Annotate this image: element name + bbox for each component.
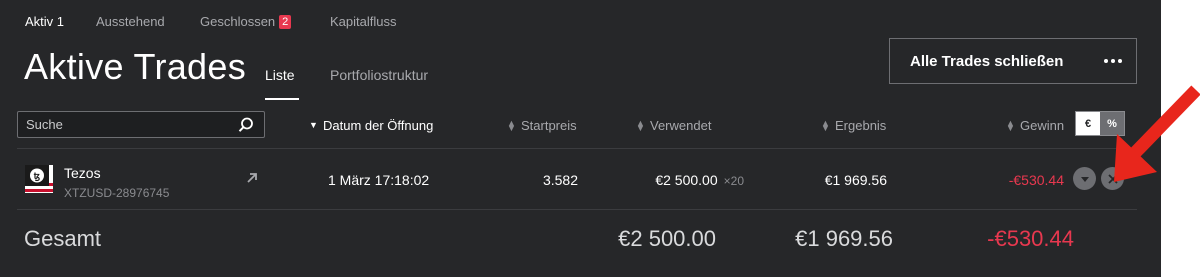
- column-header-date-label: Datum der Öffnung: [323, 118, 434, 133]
- column-header-used-label: Verwendet: [650, 118, 712, 133]
- column-header-result-label: Ergebnis: [835, 118, 887, 133]
- row-divider: [17, 209, 1137, 210]
- tab-active[interactable]: Aktiv 1: [25, 14, 64, 29]
- tab-active-count: 1: [56, 14, 65, 29]
- column-header-profit-label: Gewinn: [1020, 118, 1065, 133]
- tab-active-label: Aktiv: [25, 14, 54, 29]
- asset-name: Tezos: [64, 165, 101, 181]
- page-title: Aktive Trades: [24, 46, 246, 87]
- column-header-date[interactable]: ▼ Datum der Öffnung: [309, 118, 433, 133]
- tab-closed[interactable]: Geschlossen 2: [200, 14, 292, 29]
- tab-pending-label: Ausstehend: [96, 14, 165, 29]
- total-profit: -€530.44: [987, 226, 1074, 251]
- sort-desc-icon: ▼: [309, 120, 318, 130]
- close-all-trades-label: Alle Trades schließen: [910, 52, 1064, 70]
- search-input[interactable]: [17, 111, 265, 138]
- totals-label: Gesamt: [24, 226, 102, 251]
- trade-used-amount: €2 500.00: [655, 172, 718, 188]
- trade-open-date: 1 März 17:18:02: [328, 172, 430, 188]
- subtab-active-indicator: [265, 98, 299, 100]
- column-header-start-price[interactable]: ▲ ▼ Startpreis: [507, 118, 577, 133]
- trade-multiplier: ×20: [723, 174, 744, 188]
- total-result: €1 969.56: [795, 226, 893, 251]
- close-all-trades-button[interactable]: Alle Trades schließen: [889, 38, 1137, 84]
- trade-result: €1 969.56: [824, 172, 887, 188]
- tab-pending[interactable]: Ausstehend: [96, 14, 165, 29]
- annotation-arrow-icon: [1114, 85, 1200, 182]
- tezos-usd-flag-icon: ꜩ: [25, 165, 53, 193]
- tab-cashflow-label: Kapitalfluss: [330, 14, 397, 29]
- tab-closed-label: Geschlossen: [200, 14, 276, 29]
- closed-count-badge: 2: [279, 15, 292, 29]
- trade-used: €2 500.00 ×20: [590, 172, 744, 188]
- subtab-portfolio-structure[interactable]: Portfoliostruktur: [330, 67, 428, 83]
- header-divider: [17, 148, 1137, 149]
- trades-panel: Aktiv 1 Ausstehend Geschlossen 2 Kapitalf…: [0, 0, 1161, 277]
- column-header-result[interactable]: ▲ ▼ Ergebnis: [821, 118, 886, 133]
- sort-icon: ▲ ▼: [1006, 117, 1015, 133]
- sort-icon: ▲ ▼: [507, 117, 516, 133]
- sort-icon: ▲ ▼: [636, 117, 645, 133]
- open-chart-arrow-icon[interactable]: [245, 171, 259, 185]
- column-header-start-price-label: Startpreis: [521, 118, 577, 133]
- sort-icon: ▲ ▼: [821, 117, 830, 133]
- trade-id: XTZUSD-28976745: [64, 186, 170, 200]
- ellipsis-icon[interactable]: [1100, 47, 1126, 75]
- search-icon[interactable]: [237, 116, 255, 134]
- trade-start-price: 3.582: [542, 172, 578, 188]
- tab-cashflow[interactable]: Kapitalfluss: [330, 14, 396, 29]
- subtab-list[interactable]: Liste: [265, 67, 295, 83]
- total-used: €2 500.00: [618, 226, 716, 251]
- svg-text:ꜩ: ꜩ: [34, 171, 41, 182]
- column-header-profit[interactable]: ▲ ▼ Gewinn: [1006, 118, 1064, 133]
- trade-profit: -€530.44: [1008, 172, 1064, 188]
- column-header-used[interactable]: ▲ ▼ Verwendet: [636, 118, 711, 133]
- caret-down-icon: [1080, 176, 1089, 182]
- trade-options-button[interactable]: [1073, 167, 1096, 190]
- euro-toggle-option[interactable]: €: [1076, 112, 1100, 135]
